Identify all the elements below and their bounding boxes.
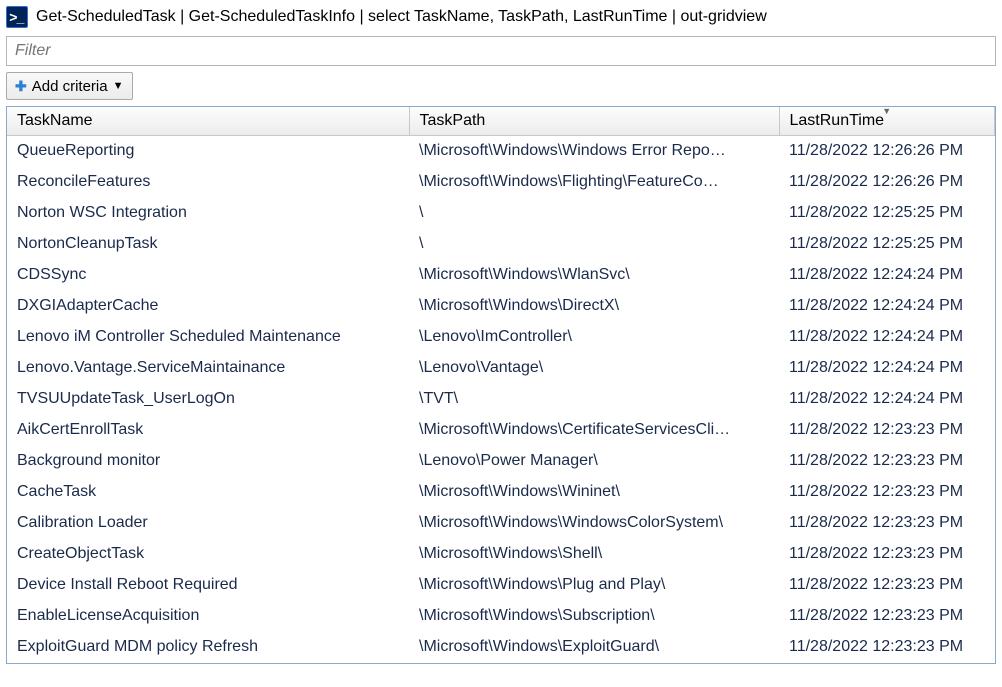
add-criteria-label: Add criteria [32, 78, 108, 95]
cell-taskpath: \Microsoft\Windows\Wininet\ [409, 477, 779, 508]
cell-taskname: Calibration Loader [7, 508, 409, 539]
powershell-icon: >_ [6, 6, 28, 28]
grid-container: TaskName TaskPath ▼ LastRunTime QueueRep… [6, 106, 996, 664]
cell-taskpath: \Microsoft\Windows\WlanSvc\ [409, 260, 779, 291]
column-header-lastruntime[interactable]: ▼ LastRunTime [779, 107, 995, 136]
cell-lastruntime: 11/28/2022 12:23:23 PM [779, 508, 995, 539]
cell-lastruntime: 11/28/2022 12:23:23 PM [779, 601, 995, 632]
cell-lastruntime: 11/28/2022 12:23:23 PM [779, 539, 995, 570]
cell-taskpath: \Lenovo\Vantage\ [409, 353, 779, 384]
column-label: LastRunTime [790, 112, 885, 129]
cell-taskname: EnableLicenseAcquisition [7, 601, 409, 632]
table-row[interactable]: Norton WSC Integration\11/28/2022 12:25:… [7, 198, 995, 229]
cell-lastruntime: 11/28/2022 12:24:24 PM [779, 291, 995, 322]
cell-lastruntime: 11/28/2022 12:23:23 PM [779, 632, 995, 663]
cell-lastruntime: 11/28/2022 12:24:24 PM [779, 260, 995, 291]
cell-taskname: CacheTask [7, 477, 409, 508]
cell-taskpath: \Microsoft\Windows\ExploitGuard\ [409, 632, 779, 663]
cell-taskname: Device Install Reboot Required [7, 570, 409, 601]
cell-taskname: CDSSync [7, 260, 409, 291]
cell-lastruntime: 11/28/2022 12:23:23 PM [779, 446, 995, 477]
column-header-taskname[interactable]: TaskName [7, 107, 409, 136]
cell-lastruntime: 11/28/2022 12:23:23 PM [779, 570, 995, 601]
cell-taskname: ExploitGuard MDM policy Refresh [7, 632, 409, 663]
cell-lastruntime: 11/28/2022 12:23:23 PM [779, 415, 995, 446]
table-row[interactable]: QueueReporting\Microsoft\Windows\Windows… [7, 136, 995, 167]
cell-taskpath: \TVT\ [409, 384, 779, 415]
cell-taskname: Lenovo.Vantage.ServiceMaintainance [7, 353, 409, 384]
table-row[interactable]: DXGIAdapterCache\Microsoft\Windows\Direc… [7, 291, 995, 322]
cell-taskname: NortonCleanupTask [7, 229, 409, 260]
cell-taskpath: \Lenovo\Power Manager\ [409, 446, 779, 477]
cell-lastruntime: 11/28/2022 12:26:26 PM [779, 136, 995, 167]
cell-taskname: ReconcileFeatures [7, 167, 409, 198]
column-label: TaskPath [420, 112, 486, 129]
cell-taskpath: \Microsoft\Windows\Windows Error Repo… [409, 136, 779, 167]
cell-lastruntime: 11/28/2022 12:26:26 PM [779, 167, 995, 198]
cell-taskname: QueueReporting [7, 136, 409, 167]
table-row[interactable]: Background monitor\Lenovo\Power Manager\… [7, 446, 995, 477]
cell-taskname: AikCertEnrollTask [7, 415, 409, 446]
cell-lastruntime: 11/28/2022 12:23:23 PM [779, 477, 995, 508]
table-row[interactable]: Lenovo iM Controller Scheduled Maintenan… [7, 322, 995, 353]
column-header-taskpath[interactable]: TaskPath [409, 107, 779, 136]
cell-lastruntime: 11/28/2022 12:24:24 PM [779, 353, 995, 384]
criteria-bar: ✚ Add criteria ▼ [6, 72, 996, 100]
chevron-down-icon: ▼ [113, 80, 124, 92]
plus-icon: ✚ [15, 78, 27, 95]
table-row[interactable]: CreateObjectTask\Microsoft\Windows\Shell… [7, 539, 995, 570]
table-row[interactable]: Device Install Reboot Required\Microsoft… [7, 570, 995, 601]
cell-lastruntime: 11/28/2022 12:25:25 PM [779, 198, 995, 229]
cell-taskpath: \Microsoft\Windows\Flighting\FeatureCo… [409, 167, 779, 198]
table-row[interactable]: CacheTask\Microsoft\Windows\Wininet\11/2… [7, 477, 995, 508]
cell-taskpath: \Microsoft\Windows\Shell\ [409, 539, 779, 570]
column-label: TaskName [17, 112, 93, 129]
window-title: Get-ScheduledTask | Get-ScheduledTaskInf… [36, 8, 767, 26]
cell-taskpath: \ [409, 229, 779, 260]
cell-taskpath: \ [409, 198, 779, 229]
table-row[interactable]: Calibration Loader\Microsoft\Windows\Win… [7, 508, 995, 539]
table-row[interactable]: TVSUUpdateTask_UserLogOn\TVT\11/28/2022 … [7, 384, 995, 415]
header-row: TaskName TaskPath ▼ LastRunTime [7, 107, 995, 136]
table-row[interactable]: ExploitGuard MDM policy Refresh\Microsof… [7, 632, 995, 663]
table-row[interactable]: ReconcileFeatures\Microsoft\Windows\Flig… [7, 167, 995, 198]
cell-taskpath: \Microsoft\Windows\DirectX\ [409, 291, 779, 322]
filter-input[interactable] [7, 37, 995, 65]
cell-taskpath: \Microsoft\Windows\Subscription\ [409, 601, 779, 632]
cell-taskpath: \Microsoft\Windows\CertificateServicesCl… [409, 415, 779, 446]
cell-taskpath: \Lenovo\ImController\ [409, 322, 779, 353]
table-row[interactable]: CDSSync\Microsoft\Windows\WlanSvc\11/28/… [7, 260, 995, 291]
cell-lastruntime: 11/28/2022 12:24:24 PM [779, 384, 995, 415]
cell-taskpath: \Microsoft\Windows\WindowsColorSystem\ [409, 508, 779, 539]
add-criteria-button[interactable]: ✚ Add criteria ▼ [6, 72, 133, 100]
table-row[interactable]: AikCertEnrollTask\Microsoft\Windows\Cert… [7, 415, 995, 446]
cell-taskname: Norton WSC Integration [7, 198, 409, 229]
table-row[interactable]: NortonCleanupTask\11/28/2022 12:25:25 PM [7, 229, 995, 260]
cell-taskpath: \Microsoft\Windows\Plug and Play\ [409, 570, 779, 601]
filter-bar [6, 36, 996, 66]
cell-taskname: DXGIAdapterCache [7, 291, 409, 322]
table-row[interactable]: Lenovo.Vantage.ServiceMaintainance\Lenov… [7, 353, 995, 384]
cell-lastruntime: 11/28/2022 12:24:24 PM [779, 322, 995, 353]
cell-taskname: Background monitor [7, 446, 409, 477]
table-row[interactable]: EnableLicenseAcquisition\Microsoft\Windo… [7, 601, 995, 632]
titlebar[interactable]: >_ Get-ScheduledTask | Get-ScheduledTask… [0, 0, 1002, 34]
sort-desc-icon: ▼ [882, 106, 891, 116]
cell-taskname: TVSUUpdateTask_UserLogOn [7, 384, 409, 415]
cell-lastruntime: 11/28/2022 12:25:25 PM [779, 229, 995, 260]
results-table: TaskName TaskPath ▼ LastRunTime QueueRep… [7, 107, 995, 663]
cell-taskname: CreateObjectTask [7, 539, 409, 570]
cell-taskname: Lenovo iM Controller Scheduled Maintenan… [7, 322, 409, 353]
